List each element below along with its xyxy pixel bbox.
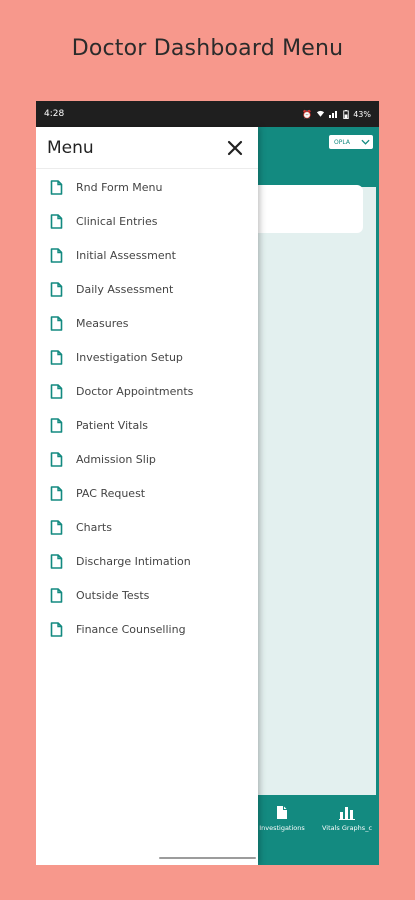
menu-item-label: Finance Counselling [76,622,186,636]
menu-item-label: Outside Tests [76,588,150,602]
menu-item-label: Clinical Entries [76,214,158,228]
menu-item-label: PAC Request [76,486,146,500]
nav-tab-investigations[interactable]: Investigations [252,805,312,832]
bar-chart-icon [339,807,355,820]
nav-tab-vitals-graphs[interactable]: Vitals Graphs_c [317,805,377,832]
spinner-value: OPLA [334,138,350,146]
document-icon [50,417,63,433]
document-icon [50,621,63,637]
nav-tab-label: Vitals Graphs_c [321,824,373,832]
menu-item-label: Investigation Setup [76,350,183,364]
menu-item-finance-counselling[interactable]: Finance Counselling [36,612,258,646]
document-icon [50,587,63,603]
status-time: 4:28 [44,109,65,119]
menu-item-label: Rnd Form Menu [76,180,163,194]
document-icon [50,315,63,331]
menu-item-outside-tests[interactable]: Outside Tests [36,578,258,612]
menu-item-rnd-form-menu[interactable]: Rnd Form Menu [36,170,258,204]
menu-item-label: Charts [76,520,112,534]
nav-tab-label: Investigations [259,824,305,832]
menu-item-label: Patient Vitals [76,418,148,432]
status-bar: 4:28 ⏰ 43% [36,101,379,127]
promo-title: Doctor Dashboard Menu [71,36,344,61]
signal-icon [329,111,338,118]
drawer-header: Menu [36,127,258,169]
menu-item-pac-request[interactable]: PAC Request [36,476,258,510]
document-icon [50,553,63,569]
menu-item-label: Daily Assessment [76,282,174,296]
wifi-icon [317,110,325,117]
menu-item-discharge-intimation[interactable]: Discharge Intimation [36,544,258,578]
home-indicator[interactable] [159,857,256,859]
document-icon [50,383,63,399]
status-icons: ⏰ 43% [302,109,371,119]
drawer-title: Menu [47,137,94,158]
menu-item-label: Measures [76,316,129,330]
document-icon [50,179,63,195]
drawer-menu-list: Rnd Form Menu Clinical Entries Initial Ass… [36,169,258,646]
document-icon [50,485,63,501]
navigation-drawer: Menu Rnd Form Menu Clinical Entries Initia… [36,127,258,865]
info-card[interactable] [256,185,363,233]
menu-item-measures[interactable]: Measures [36,306,258,340]
menu-item-investigation-setup[interactable]: Investigation Setup [36,340,258,374]
chevron-down-icon [361,139,370,145]
phone-screen: 4:28 ⏰ 43% OPLA Investigations Vitals Gr… [36,101,379,865]
menu-item-initial-assessment[interactable]: Initial Assessment [36,238,258,272]
menu-item-daily-assessment[interactable]: Daily Assessment [36,272,258,306]
battery-level: 43% [353,109,371,119]
document-icon [50,213,63,229]
document-icon [50,349,63,365]
document-icon [50,281,63,297]
menu-item-clinical-entries[interactable]: Clinical Entries [36,204,258,238]
menu-item-doctor-appointments[interactable]: Doctor Appointments [36,374,258,408]
menu-item-charts[interactable]: Charts [36,510,258,544]
menu-item-patient-vitals[interactable]: Patient Vitals [36,408,258,442]
document-icon [50,519,63,535]
document-icon [50,247,63,263]
menu-item-label: Admission Slip [76,452,156,466]
close-icon[interactable] [226,139,244,157]
menu-item-label: Discharge Intimation [76,554,191,568]
document-icon [50,451,63,467]
bottom-navigation: Investigations Vitals Graphs_c [256,795,379,865]
document-icon [277,806,287,819]
unit-spinner[interactable]: OPLA [329,135,373,149]
menu-item-label: Doctor Appointments [76,384,194,398]
alarm-icon: ⏰ [302,109,313,119]
menu-item-admission-slip[interactable]: Admission Slip [36,442,258,476]
battery-icon [343,109,349,119]
menu-item-label: Initial Assessment [76,248,176,262]
content-area [256,187,376,847]
